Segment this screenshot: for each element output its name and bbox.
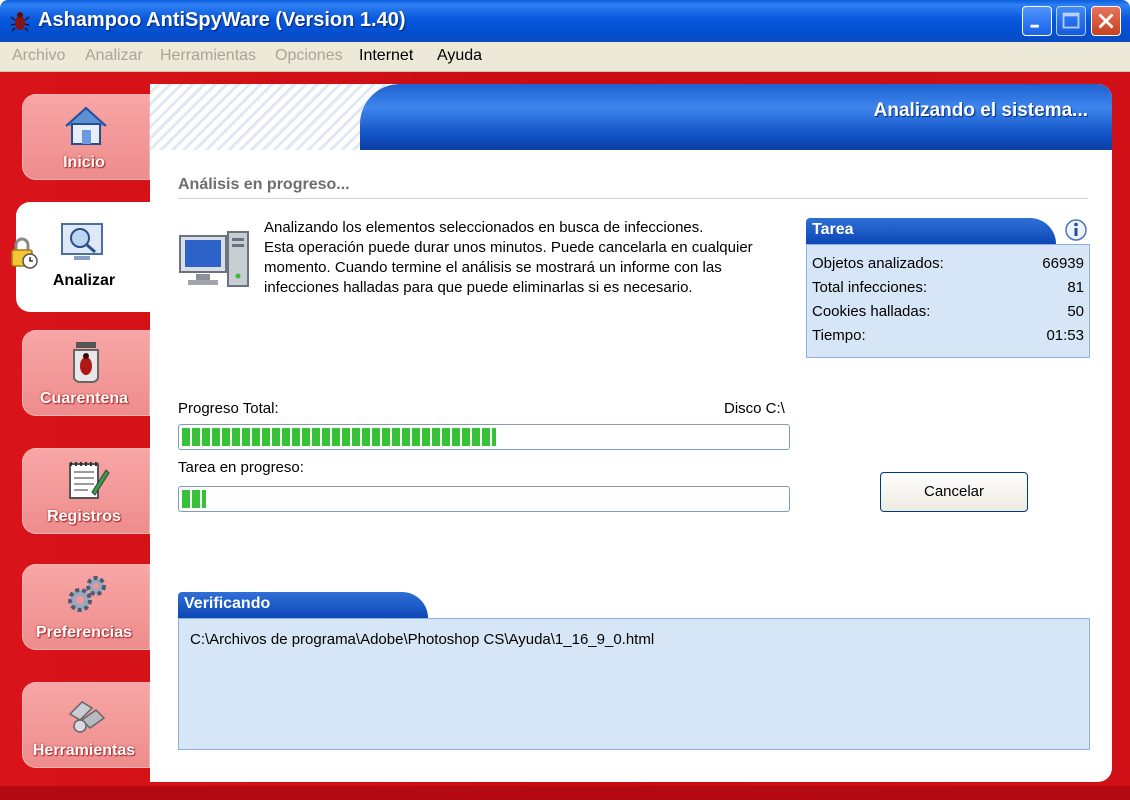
header-stripes <box>150 84 390 150</box>
description-line: Analizando los elementos seleccionados e… <box>264 219 704 236</box>
menu-herramientas[interactable]: Herramientas <box>160 47 256 65</box>
total-progress-label: Progreso Total: <box>178 400 279 417</box>
sidebar-item-label: Preferencias <box>35 624 133 641</box>
computer-icon <box>179 231 249 287</box>
task-row-value: 66939 <box>1042 255 1084 272</box>
menu-archivo[interactable]: Archivo <box>12 47 65 65</box>
sidebar-item-label: Registros <box>47 508 121 525</box>
tools-icon <box>68 701 106 733</box>
description-line: infecciones halladas para que puede elim… <box>264 279 693 296</box>
magnifier-monitor-icon <box>61 223 103 260</box>
total-progress-fill <box>182 428 497 446</box>
verify-panel-title: Verificando <box>178 592 428 618</box>
section-title: Análisis en progreso... <box>178 176 350 193</box>
sidebar-item-label: Analizar <box>52 272 116 289</box>
verify-path: C:\Archivos de programa\Adobe\Photoshop … <box>190 631 655 648</box>
task-row-time: Tiempo: 01:53 <box>812 327 1084 351</box>
main-panel: Analizando el sistema... Análisis en pro… <box>150 84 1112 782</box>
task-row-value: 01:53 <box>1046 327 1084 344</box>
window-title: Ashampoo AntiSpyWare (Version 1.40) <box>38 9 406 31</box>
menu-internet[interactable]: Internet <box>359 47 413 65</box>
task-panel: Objetos analizados: 66939 Total infeccio… <box>806 244 1090 358</box>
cancel-button[interactable]: Cancelar <box>880 472 1028 512</box>
title-bar[interactable]: Ashampoo AntiSpyWare (Version 1.40) <box>0 0 1130 42</box>
task-row-value: 50 <box>1067 303 1084 320</box>
total-progress-target: Disco C:\ <box>724 400 785 417</box>
task-progress-label: Tarea en progreso: <box>178 459 304 476</box>
task-row-value: 81 <box>1067 279 1084 296</box>
menu-opciones[interactable]: Opciones <box>275 47 343 65</box>
gears-icon <box>68 576 106 612</box>
info-icon[interactable] <box>1064 218 1088 242</box>
total-progress-bar <box>178 424 790 450</box>
verify-panel: C:\Archivos de programa\Adobe\Photoshop … <box>178 618 1090 750</box>
menu-ayuda[interactable]: Ayuda <box>437 47 482 65</box>
lock-clock-icon <box>11 237 38 269</box>
menu-analizar[interactable]: Analizar <box>85 47 143 65</box>
sidebar-item-label: Inicio <box>63 154 105 171</box>
task-progress-fill <box>182 490 207 508</box>
sidebar-item-label: Herramientas <box>32 742 136 759</box>
description-line: momento. Cuando termine el análisis se m… <box>264 259 722 276</box>
frame-bottom <box>0 786 1130 800</box>
header-blue: Analizando el sistema... <box>360 84 1112 150</box>
task-row-label: Total infecciones: <box>812 279 928 296</box>
sidebar-item-registros[interactable]: Registros <box>22 448 150 534</box>
sidebar-item-label: Cuarentena <box>39 390 129 407</box>
task-row-infections: Total infecciones: 81 <box>812 279 1084 303</box>
notepad-pencil-icon <box>69 462 110 499</box>
header-band: Analizando el sistema... <box>150 84 1112 150</box>
task-progress-bar <box>178 486 790 512</box>
sidebar-item-inicio[interactable]: Inicio <box>22 94 150 180</box>
close-button[interactable] <box>1091 6 1121 36</box>
scan-description: Analizando los elementos seleccionados e… <box>264 218 804 298</box>
task-panel-title: Tarea <box>806 218 1056 244</box>
section-divider <box>178 198 1088 199</box>
task-row-label: Cookies halladas: <box>812 303 931 320</box>
task-row-cookies: Cookies halladas: 50 <box>812 303 1084 327</box>
bug-app-icon <box>10 12 30 32</box>
task-row-label: Objetos analizados: <box>812 255 944 272</box>
sidebar-item-herramientas[interactable]: Herramientas <box>22 682 150 768</box>
sidebar-item-preferencias[interactable]: Preferencias <box>22 564 150 650</box>
close-icon <box>1098 13 1114 29</box>
maximize-icon <box>1062 12 1080 29</box>
minimize-button[interactable] <box>1022 6 1052 36</box>
description-line: Esta operación puede durar unos minutos.… <box>264 239 753 256</box>
maximize-button[interactable] <box>1056 6 1086 36</box>
page-title: Analizando el sistema... <box>873 100 1088 121</box>
task-row-label: Tiempo: <box>812 327 866 344</box>
house-icon <box>65 106 107 145</box>
task-row-objects: Objetos analizados: 66939 <box>812 255 1084 279</box>
bug-jar-icon <box>73 342 99 383</box>
menu-bar: Archivo Analizar Herramientas Opciones I… <box>0 42 1130 72</box>
sidebar-item-cuarentena[interactable]: Cuarentena <box>22 330 150 416</box>
minimize-icon <box>1030 24 1039 28</box>
